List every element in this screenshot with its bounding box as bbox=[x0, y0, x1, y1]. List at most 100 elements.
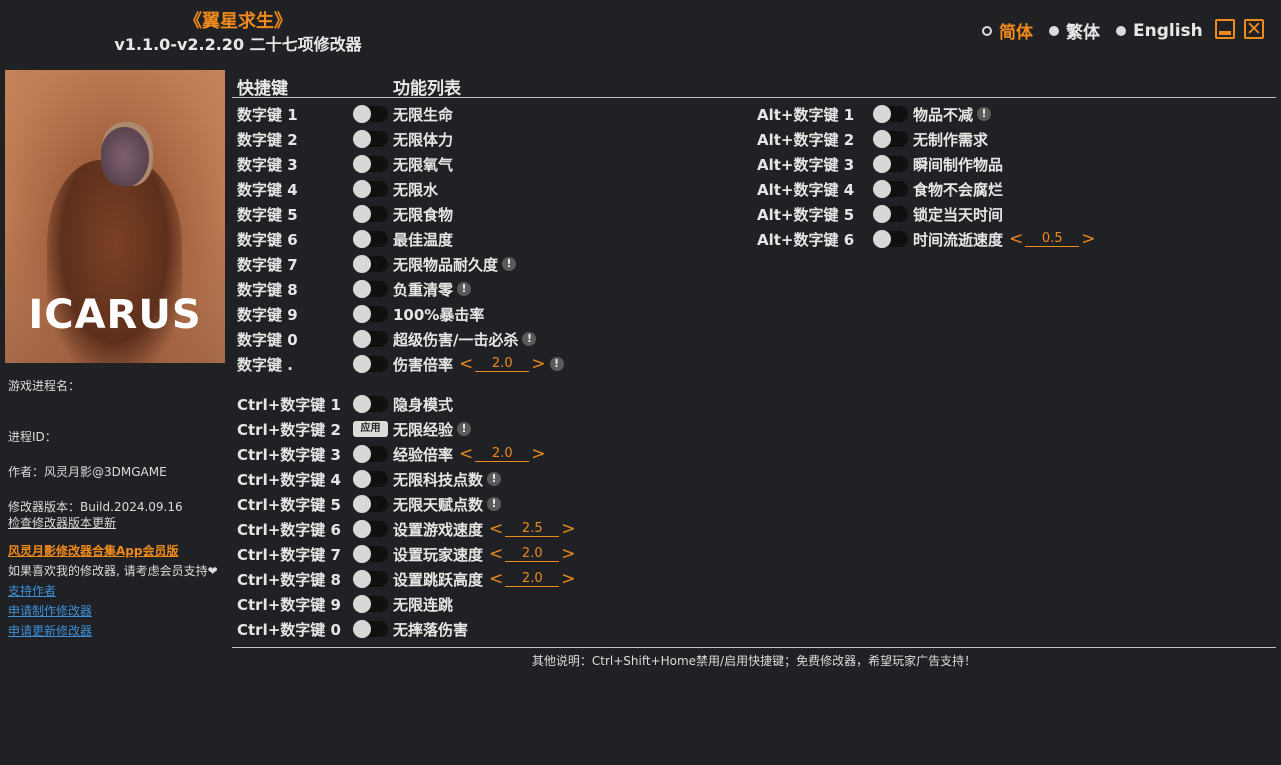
info-icon[interactable]: ! bbox=[457, 422, 472, 436]
cheat-name: 瞬间制作物品 bbox=[913, 155, 1004, 174]
decrease-button[interactable]: < bbox=[489, 569, 503, 589]
increase-button[interactable]: > bbox=[531, 354, 545, 374]
info-icon[interactable]: ! bbox=[487, 472, 502, 486]
cheat-toggle[interactable] bbox=[873, 230, 908, 248]
decrease-button[interactable]: < bbox=[489, 519, 503, 539]
info-icon[interactable]: ! bbox=[502, 257, 517, 271]
lang-label: 繁体 bbox=[1066, 23, 1100, 43]
apply-button[interactable]: 应用 bbox=[353, 421, 388, 437]
cheat-toggle[interactable] bbox=[353, 470, 388, 488]
info-icon[interactable]: ! bbox=[457, 282, 472, 296]
cheat-toggle[interactable] bbox=[353, 355, 388, 373]
value-input[interactable]: 2.5 bbox=[505, 521, 560, 537]
cheat-item: 物品不减! bbox=[913, 103, 992, 125]
cheat-toggle[interactable] bbox=[353, 155, 388, 173]
process-name-label: 游戏进程名： bbox=[8, 379, 81, 393]
cheat-toggle[interactable] bbox=[353, 280, 388, 298]
cheat-toggle[interactable] bbox=[873, 130, 908, 148]
decrease-button[interactable]: < bbox=[1009, 229, 1023, 249]
cheat-name: 无限体力 bbox=[393, 130, 454, 149]
cheat-item: 无限物品耐久度! bbox=[393, 253, 517, 275]
lang-option-traditional[interactable]: 繁体 bbox=[1049, 18, 1100, 43]
process-id-label: 进程ID： bbox=[8, 430, 57, 444]
cheat-toggle[interactable] bbox=[353, 570, 388, 588]
cheat-toggle[interactable] bbox=[353, 180, 388, 198]
cheat-name: 无限经验 bbox=[393, 420, 454, 439]
cheat-toggle[interactable] bbox=[873, 205, 908, 223]
hotkey-label: 数字键 3 bbox=[237, 155, 298, 174]
hotkey-label: Ctrl+数字键 7 bbox=[237, 545, 341, 564]
trainer-subtitle: v1.1.0-v2.2.20 二十七项修改器 bbox=[114, 35, 362, 54]
hotkey-label: Alt+数字键 5 bbox=[757, 205, 855, 224]
cheat-toggle[interactable] bbox=[353, 205, 388, 223]
cheat-toggle[interactable] bbox=[873, 105, 908, 123]
cheat-toggle[interactable] bbox=[353, 230, 388, 248]
hotkey-label: Ctrl+数字键 3 bbox=[237, 445, 341, 464]
info-icon[interactable]: ! bbox=[549, 357, 564, 371]
decrease-button[interactable]: < bbox=[459, 444, 473, 464]
lang-label: 简体 bbox=[999, 23, 1033, 43]
info-icon[interactable]: ! bbox=[487, 497, 502, 511]
increase-button[interactable]: > bbox=[561, 519, 575, 539]
minimize-button[interactable] bbox=[1215, 19, 1235, 39]
cheat-item: 最佳温度 bbox=[393, 228, 453, 250]
lang-option-simplified[interactable]: 简体 bbox=[982, 18, 1033, 43]
lang-option-english[interactable]: English bbox=[1116, 21, 1203, 41]
cheat-toggle[interactable] bbox=[353, 105, 388, 123]
app-promo-link[interactable]: 风灵月影修改器合集App会员版 bbox=[8, 542, 178, 559]
hotkey-label: 数字键 9 bbox=[237, 305, 298, 324]
cheat-item: 无限氧气 bbox=[393, 153, 453, 175]
value-input[interactable]: 2.0 bbox=[475, 446, 530, 462]
cheat-toggle[interactable] bbox=[873, 155, 908, 173]
close-button[interactable]: ✕ bbox=[1244, 19, 1264, 39]
cheat-toggle[interactable] bbox=[353, 595, 388, 613]
cheat-toggle[interactable] bbox=[353, 130, 388, 148]
value-input[interactable]: 2.0 bbox=[505, 546, 560, 562]
support-author-link[interactable]: 支持作者 bbox=[8, 582, 56, 599]
value-input[interactable]: 2.0 bbox=[505, 571, 560, 587]
cheat-item: 无摔落伤害 bbox=[393, 618, 468, 640]
game-cover-image: ICARUS bbox=[5, 70, 225, 363]
cheat-toggle[interactable] bbox=[353, 395, 388, 413]
cheat-toggle[interactable] bbox=[353, 620, 388, 638]
cheat-toggle[interactable] bbox=[353, 305, 388, 323]
cheat-name: 最佳温度 bbox=[393, 230, 454, 249]
request-make-link[interactable]: 申请制作修改器 bbox=[8, 602, 92, 619]
cheat-toggle[interactable] bbox=[353, 545, 388, 563]
value-input[interactable]: 2.0 bbox=[475, 356, 530, 372]
increase-button[interactable]: > bbox=[561, 544, 575, 564]
hotkey-label: Ctrl+数字键 2 bbox=[237, 420, 341, 439]
cheat-toggle[interactable] bbox=[353, 330, 388, 348]
hotkey-label: Alt+数字键 3 bbox=[757, 155, 855, 174]
cheat-name: 无限连跳 bbox=[393, 595, 454, 614]
decrease-button[interactable]: < bbox=[459, 354, 473, 374]
cheat-item: 瞬间制作物品 bbox=[913, 153, 1003, 175]
cheat-toggle[interactable] bbox=[353, 520, 388, 538]
cheat-item: 无限水 bbox=[393, 178, 438, 200]
footer-note: 其他说明：Ctrl+Shift+Home禁用/启用快捷键；免费修改器，希望玩家广… bbox=[531, 654, 977, 668]
cheat-toggle[interactable] bbox=[353, 445, 388, 463]
increase-button[interactable]: > bbox=[561, 569, 575, 589]
cheat-name: 物品不减 bbox=[913, 105, 974, 124]
increase-button[interactable]: > bbox=[1081, 229, 1095, 249]
cheat-item: 时间流逝速度 <0.5 > bbox=[913, 228, 1096, 250]
hotkey-label: Alt+数字键 1 bbox=[757, 105, 855, 124]
request-update-link[interactable]: 申请更新修改器 bbox=[8, 622, 92, 639]
info-icon[interactable]: ! bbox=[977, 107, 992, 121]
cheat-toggle[interactable] bbox=[353, 495, 388, 513]
decrease-button[interactable]: < bbox=[489, 544, 503, 564]
info-icon[interactable]: ! bbox=[522, 332, 537, 346]
hotkey-label: 数字键 4 bbox=[237, 180, 298, 199]
cheat-item: 无限生命 bbox=[393, 103, 453, 125]
cheat-item: 设置玩家速度 <2.0 > bbox=[393, 543, 576, 565]
value-input[interactable]: 0.5 bbox=[1025, 231, 1080, 247]
increase-button[interactable]: > bbox=[531, 444, 545, 464]
cheat-name: 设置玩家速度 bbox=[393, 545, 484, 564]
hotkey-label: Ctrl+数字键 6 bbox=[237, 520, 341, 539]
value-stepper: <2.5 > bbox=[489, 519, 576, 539]
cheat-item: 隐身模式 bbox=[393, 393, 453, 415]
cheat-toggle[interactable] bbox=[873, 180, 908, 198]
hotkey-label: 数字键 . bbox=[237, 355, 293, 374]
cheat-toggle[interactable] bbox=[353, 255, 388, 273]
check-update-link[interactable]: 检查修改器版本更新 bbox=[8, 514, 116, 531]
